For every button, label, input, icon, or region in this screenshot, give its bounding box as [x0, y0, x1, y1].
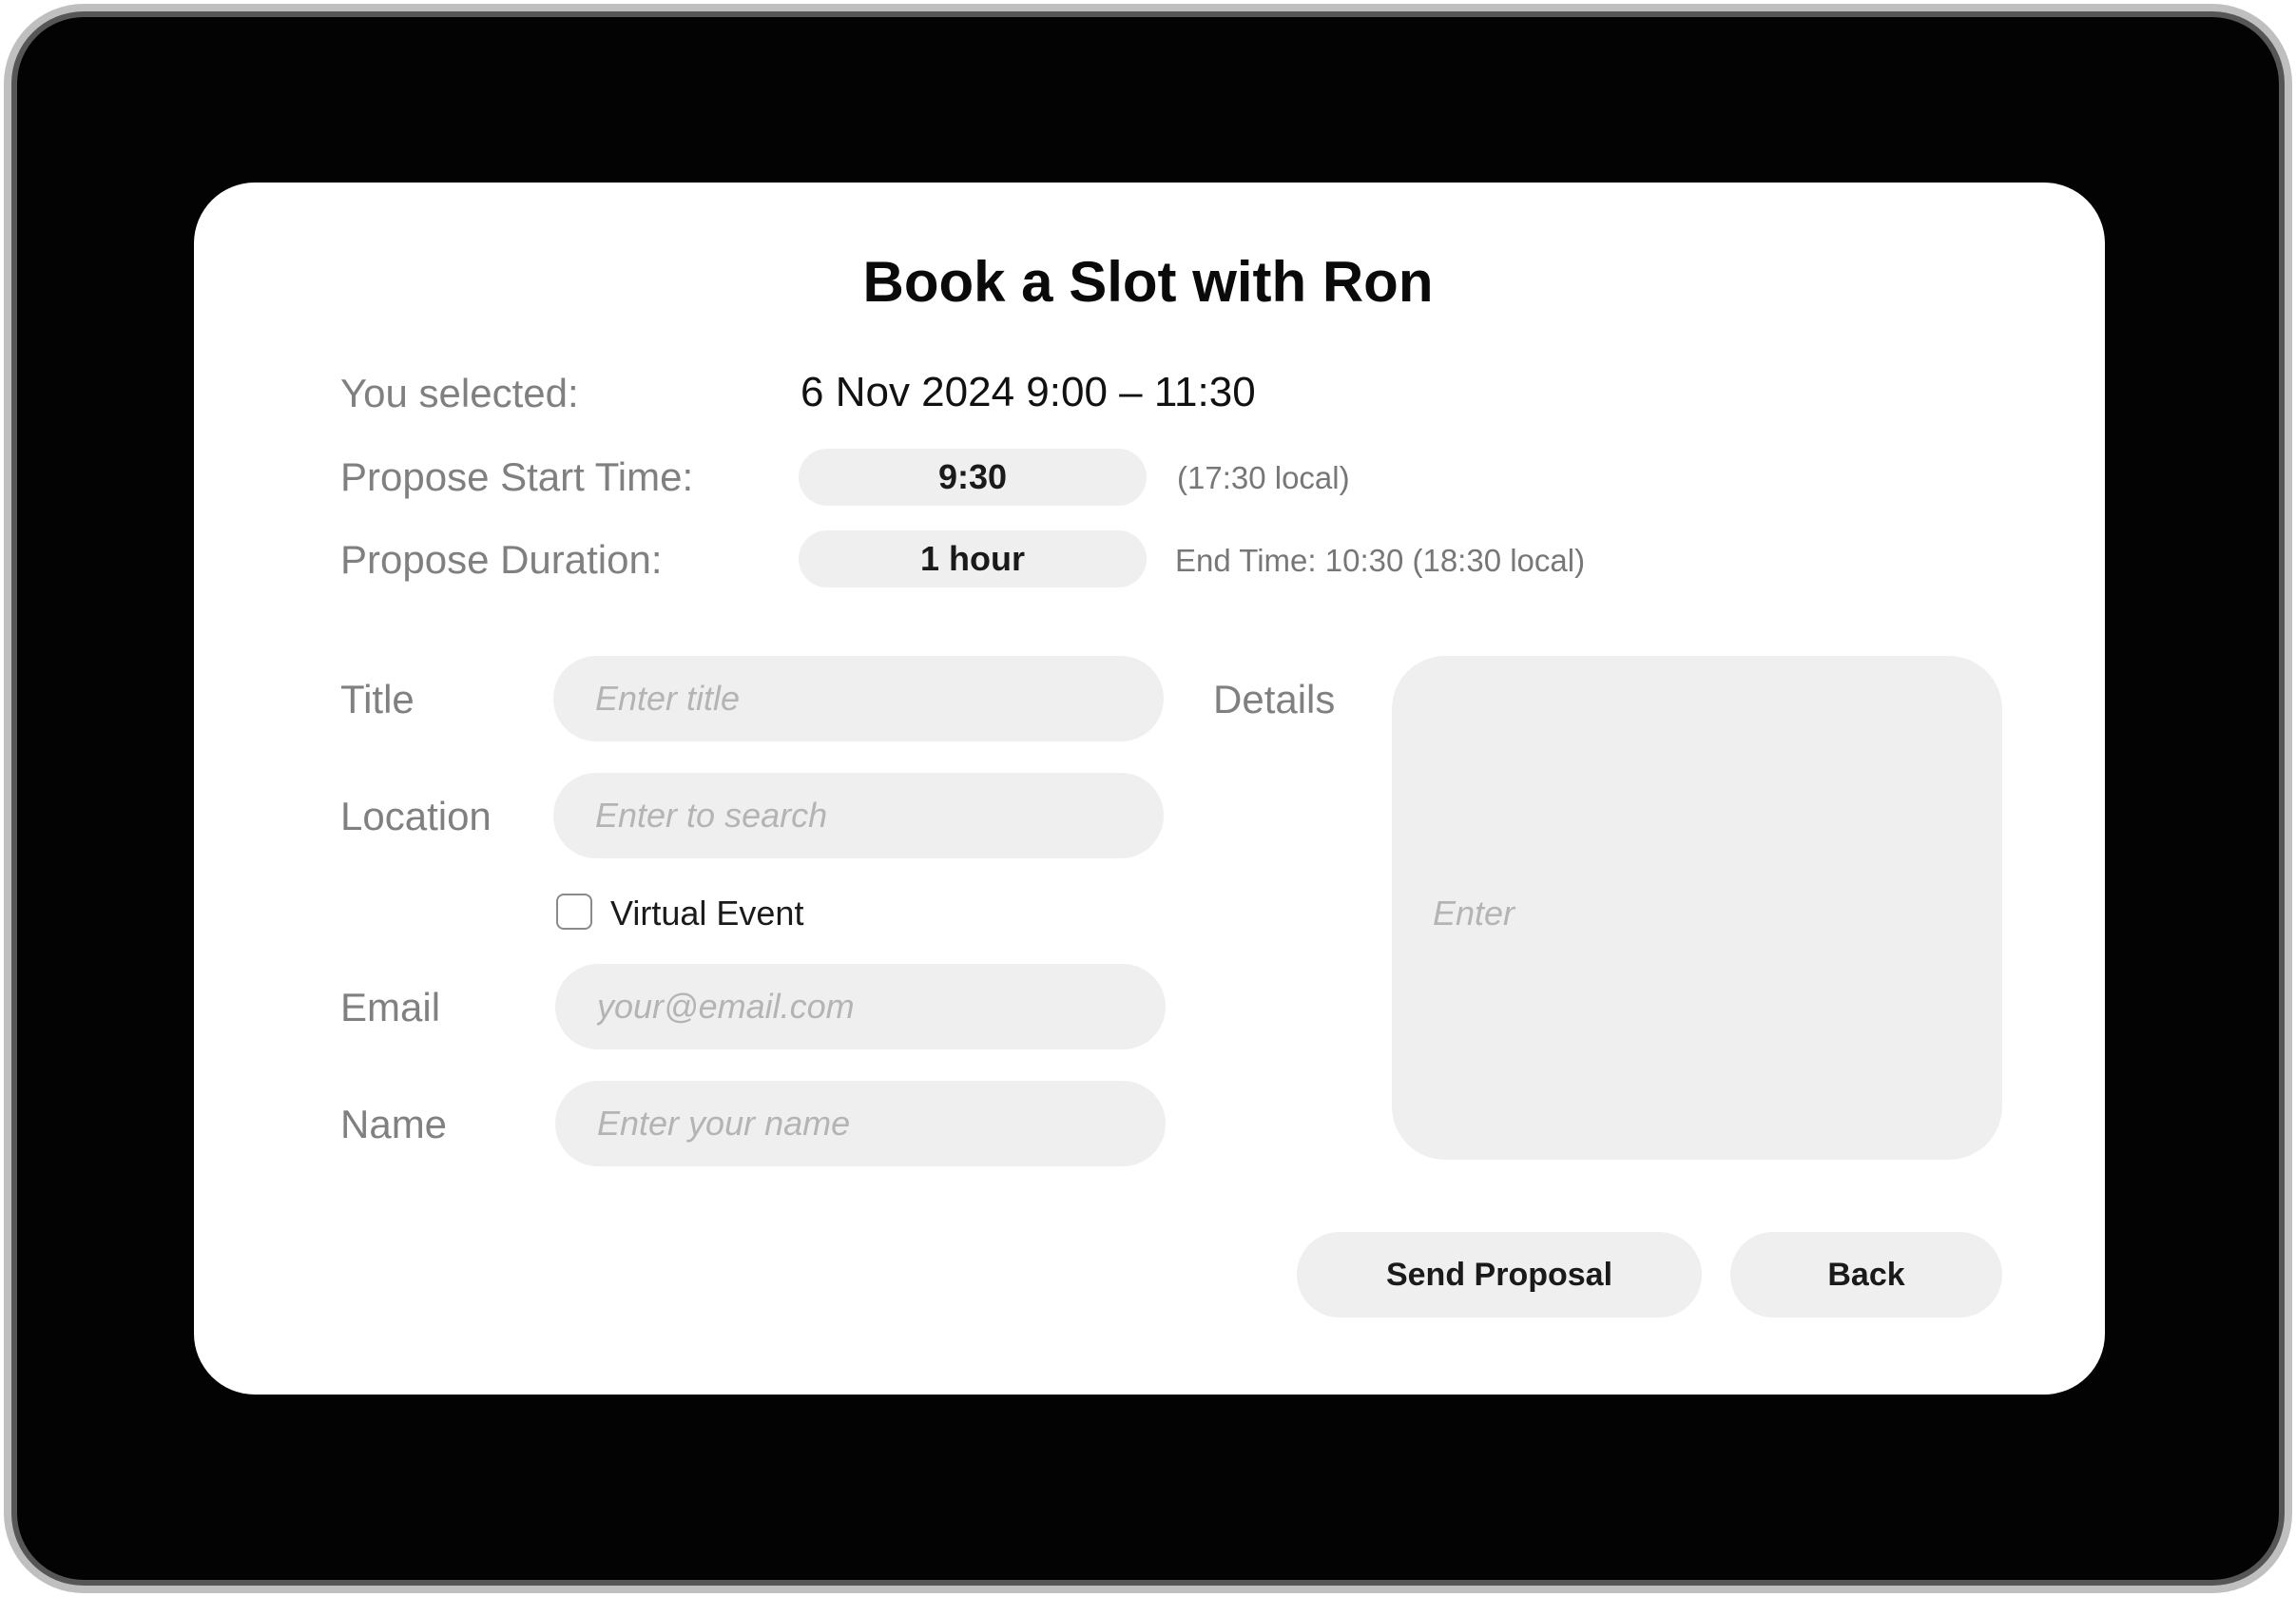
- start-time-select[interactable]: 9:30: [799, 449, 1147, 506]
- start-time-local-note: (17:30 local): [1177, 460, 1350, 495]
- details-placeholder: Enter: [1433, 894, 1515, 933]
- dialog-title: Book a Slot with Ron: [862, 250, 1434, 314]
- app-backdrop: Book a Slot with Ron You selected: 6 Nov…: [0, 0, 2296, 1597]
- email-label: Email: [340, 985, 441, 1029]
- title-input[interactable]: [553, 656, 1164, 741]
- name-input[interactable]: [555, 1081, 1166, 1166]
- back-button[interactable]: Back: [1730, 1232, 2002, 1318]
- start-time-label: Propose Start Time:: [340, 454, 694, 499]
- end-time-note: End Time: 10:30 (18:30 local): [1175, 543, 1586, 578]
- name-label: Name: [340, 1102, 448, 1146]
- virtual-event-label: Virtual Event: [610, 894, 804, 933]
- virtual-event-checkbox[interactable]: [556, 894, 592, 930]
- title-label: Title: [340, 677, 415, 722]
- location-label: Location: [340, 794, 492, 838]
- selected-value: 6 Nov 2024 9:00 – 11:30: [801, 369, 1256, 415]
- send-proposal-button[interactable]: Send Proposal: [1297, 1232, 1702, 1318]
- duration-label: Propose Duration:: [340, 537, 663, 582]
- email-input[interactable]: [555, 964, 1166, 1049]
- location-search-input[interactable]: [553, 773, 1164, 858]
- details-label: Details: [1213, 677, 1336, 722]
- duration-select[interactable]: 1 hour: [799, 530, 1147, 587]
- selected-label: You selected:: [340, 371, 579, 415]
